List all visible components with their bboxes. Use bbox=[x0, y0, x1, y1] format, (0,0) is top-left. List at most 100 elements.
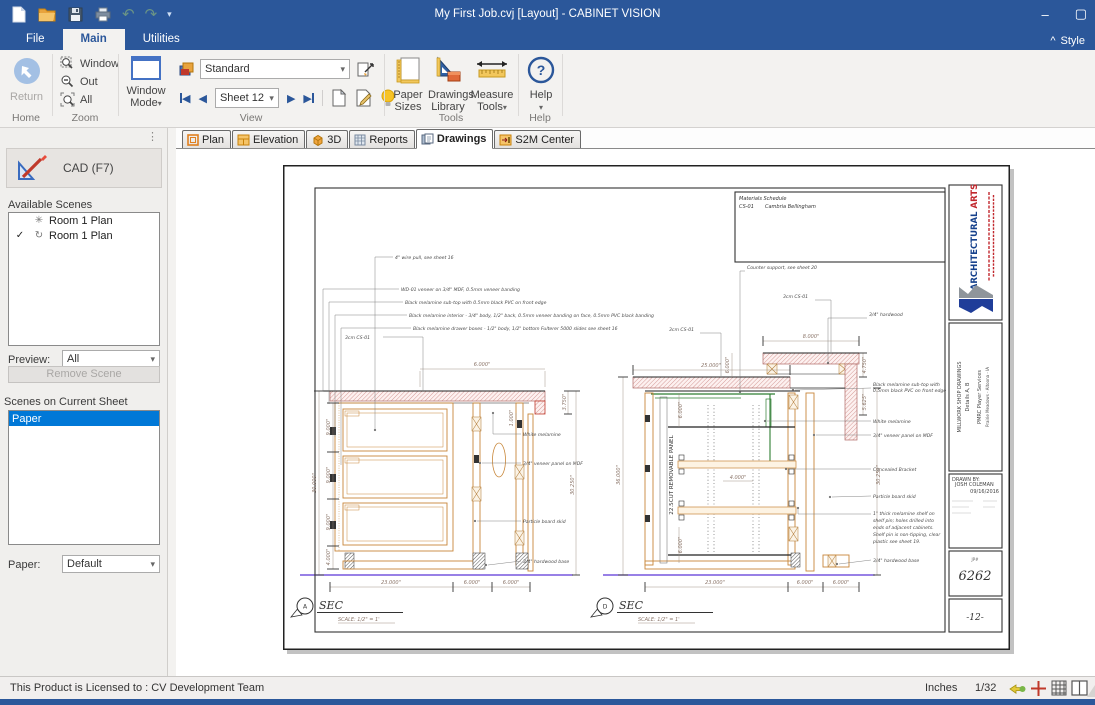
tab-3d[interactable]: 3D bbox=[306, 130, 348, 148]
callout: 1" thick melamine shelf on bbox=[873, 511, 935, 517]
list-item-scene[interactable]: ✳ Room 1 Plan bbox=[9, 213, 159, 228]
maximize-button[interactable]: ▢ bbox=[1075, 6, 1087, 22]
materials-name: Cambria Bellingham bbox=[765, 204, 816, 210]
tab-elevation[interactable]: Elevation bbox=[232, 130, 305, 148]
callout: White melamine bbox=[523, 432, 561, 438]
first-sheet-button[interactable]: ◀ bbox=[180, 92, 190, 105]
tab-drawings[interactable]: Drawings bbox=[416, 129, 494, 149]
zoom-out-icon bbox=[60, 74, 75, 89]
edit-layout-icon[interactable] bbox=[356, 59, 376, 79]
qat-customize-icon[interactable]: ▾ bbox=[167, 9, 172, 20]
crosshair-toggle-icon[interactable] bbox=[1030, 680, 1047, 697]
available-scenes-list[interactable]: ✳ Room 1 Plan ✓ ↻ Room 1 Plan bbox=[8, 212, 160, 346]
dim-label: 23.000" bbox=[705, 580, 725, 586]
dim-label: 30.250" bbox=[570, 475, 576, 495]
help-button[interactable]: ? Help▾ bbox=[524, 56, 558, 114]
drawn-date: 09/16/2016 bbox=[970, 489, 999, 495]
list-item-paper[interactable]: Paper bbox=[9, 411, 159, 426]
edit-sheet-icon[interactable] bbox=[355, 89, 373, 107]
drawings-library-icon bbox=[434, 56, 462, 84]
tab-utilities[interactable]: Utilities bbox=[125, 29, 198, 50]
sheet-scenes-list[interactable]: Paper bbox=[8, 410, 160, 545]
print-icon[interactable] bbox=[94, 5, 112, 23]
units-indicator[interactable]: Inches bbox=[925, 682, 957, 694]
callout: Black melamine interior - 3/4" body, 1/2… bbox=[409, 313, 654, 319]
remove-scene-button[interactable]: Remove Scene bbox=[8, 366, 160, 383]
zoom-out-button[interactable]: Out bbox=[60, 74, 98, 89]
last-sheet-button[interactable]: ▶ bbox=[303, 92, 313, 105]
drawing-canvas[interactable]: Plan Elevation 3D Reports Drawings S2M C… bbox=[176, 128, 1095, 676]
panel-options-icon[interactable]: ⋮ bbox=[147, 130, 159, 143]
dim-label: 6.000" bbox=[678, 402, 684, 419]
svg-text:SCALE: 1/2" = 1': SCALE: 1/2" = 1' bbox=[638, 617, 680, 623]
dim-label: 6.000" bbox=[678, 537, 684, 554]
elevation-tab-icon bbox=[237, 134, 250, 146]
paper-combo[interactable]: Default▾ bbox=[62, 555, 160, 573]
tab-s2m-center[interactable]: S2M Center bbox=[494, 130, 581, 148]
tab-main[interactable]: Main bbox=[63, 29, 125, 50]
callout: Black melamine drawer boxes - 1/2" body,… bbox=[413, 326, 618, 332]
ribbon-tab-row: File Main Utilities ^ Style bbox=[0, 28, 1095, 50]
ribbon: Return Home Window Out All Zoom WindowMo… bbox=[0, 50, 1095, 128]
dropdown-icon: ▾ bbox=[340, 64, 345, 75]
open-file-icon[interactable] bbox=[38, 5, 56, 23]
new-file-icon[interactable] bbox=[10, 5, 28, 23]
new-sheet-icon[interactable] bbox=[331, 89, 347, 107]
group-label-zoom: Zoom bbox=[52, 112, 118, 124]
dim-label: 9.000" bbox=[326, 514, 332, 531]
page-layout-toggle-icon[interactable] bbox=[1071, 680, 1088, 696]
callout: WD-01 veneer on 3/4" MDF, 0.5mm veneer b… bbox=[401, 287, 520, 293]
paper-sizes-icon bbox=[395, 56, 421, 84]
tab-reports[interactable]: Reports bbox=[349, 130, 415, 148]
return-button[interactable]: Return bbox=[10, 56, 43, 103]
window-mode-button[interactable]: WindowMode▾ bbox=[124, 56, 168, 110]
tab-plan[interactable]: Plan bbox=[182, 130, 231, 148]
dim-label: 6.000" bbox=[474, 362, 491, 368]
zoom-all-button[interactable]: All bbox=[60, 92, 92, 107]
snap-increment[interactable]: 1/32 bbox=[975, 682, 996, 694]
drawing-style-combo[interactable]: Standard▾ bbox=[200, 59, 350, 79]
layout-sheet[interactable]: Materials Schedule CS-01 Cambria Belling… bbox=[283, 165, 1010, 650]
job-number: 6262 bbox=[958, 569, 991, 584]
help-icon: ? bbox=[527, 56, 555, 84]
drawings-tab-icon bbox=[421, 133, 434, 145]
previous-sheet-button[interactable]: ◀ bbox=[198, 92, 206, 105]
redo-icon[interactable]: ↷ bbox=[145, 5, 158, 23]
undo-icon[interactable]: ↶ bbox=[122, 5, 135, 23]
style-toggle[interactable]: ^ Style bbox=[1050, 35, 1085, 47]
paper-sizes-button[interactable]: PaperSizes bbox=[390, 56, 426, 113]
cad-sidebar: ⋮ CAD (F7) Available Scenes ✳ Room 1 Pla… bbox=[0, 128, 168, 676]
measure-tools-button[interactable]: MeasureTools▾ bbox=[470, 56, 514, 114]
client-name: PMRC Player Services bbox=[977, 370, 983, 424]
callout: 3/4" hardwood bbox=[869, 312, 903, 318]
drawing-style-icon[interactable] bbox=[178, 60, 196, 78]
dim-label: 4.000" bbox=[730, 475, 747, 481]
status-bar: This Product is Licensed to : CV Develop… bbox=[0, 676, 1095, 699]
grid-toggle-icon[interactable] bbox=[1051, 680, 1067, 696]
available-scenes-label: Available Scenes bbox=[8, 199, 92, 211]
save-icon[interactable] bbox=[66, 5, 84, 23]
tab-file[interactable]: File bbox=[8, 29, 63, 50]
dim-label: 6.000" bbox=[833, 580, 850, 586]
snap-toggle-icon[interactable] bbox=[1008, 680, 1026, 696]
scenes-on-sheet-label: Scenes on Current Sheet bbox=[4, 396, 128, 408]
dropdown-icon: ▾ bbox=[150, 559, 155, 570]
minimize-button[interactable]: – bbox=[1041, 7, 1048, 22]
callout: 3cm CS-01 bbox=[345, 335, 370, 341]
callout: Black melamine sub-top with bbox=[873, 382, 940, 388]
callout: 3/4" veneer panel on MDF bbox=[873, 433, 933, 439]
zoom-window-button[interactable]: Window bbox=[60, 56, 119, 71]
next-sheet-button[interactable]: ▶ bbox=[287, 92, 295, 105]
cad-mode-button[interactable]: CAD (F7) bbox=[6, 148, 162, 188]
preview-label: Preview: bbox=[8, 354, 50, 366]
dim-label: 9.000" bbox=[326, 467, 332, 484]
reports-tab-icon bbox=[354, 134, 366, 146]
sheet-combo[interactable]: Sheet 12▾ bbox=[215, 88, 279, 108]
materials-schedule: Materials Schedule CS-01 Cambria Belling… bbox=[735, 192, 945, 262]
client-location: Prairie Meadows - Altoona - IA bbox=[985, 367, 990, 427]
callout: 3/4" hardwood base bbox=[523, 559, 569, 565]
callout: 3/4" hardwood base bbox=[873, 558, 919, 564]
callout: Black melamine sub-top with 0.5mm black … bbox=[405, 300, 547, 306]
drawings-library-button[interactable]: DrawingsLibrary bbox=[428, 56, 468, 113]
list-item-scene[interactable]: ✓ ↻ Room 1 Plan bbox=[9, 228, 159, 243]
